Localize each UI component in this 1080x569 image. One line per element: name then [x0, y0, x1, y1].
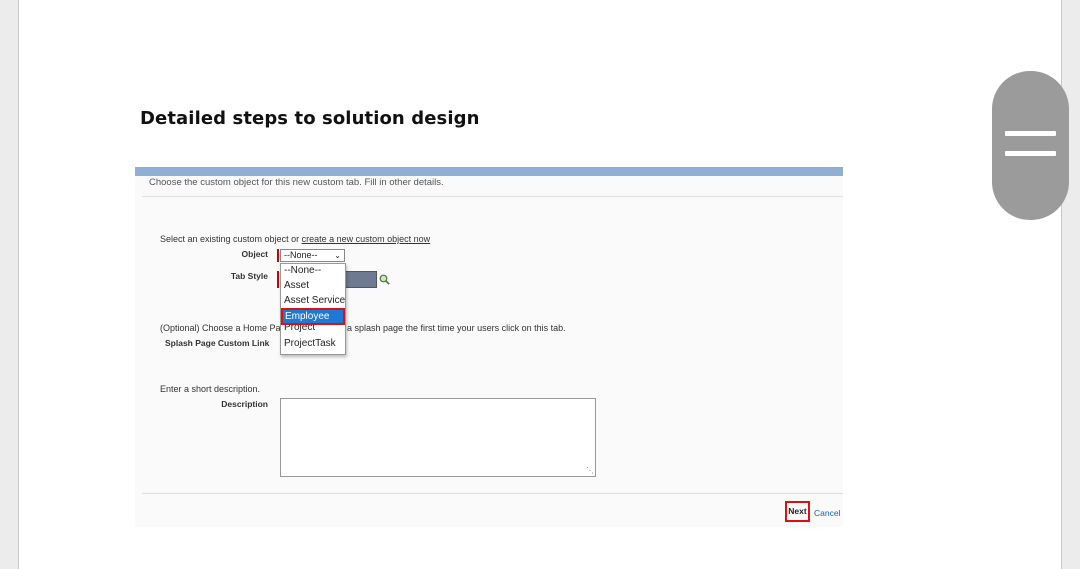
divider — [142, 196, 843, 197]
object-label: Object — [241, 249, 268, 259]
header-bar — [135, 167, 843, 176]
object-select-value: --None-- — [284, 250, 318, 260]
chevron-down-icon: ⌄ — [334, 251, 341, 260]
dropdown-option[interactable]: ProjectTask — [284, 338, 336, 349]
dropdown-option[interactable]: Asset — [284, 280, 309, 291]
dropdown-option-selected[interactable]: Employee — [281, 308, 345, 325]
lookup-icon[interactable] — [379, 274, 390, 285]
splash-link-label: Splash Page Custom Link — [165, 338, 270, 348]
scroll-handle[interactable] — [992, 71, 1069, 220]
required-marker — [277, 271, 279, 288]
divider — [142, 493, 843, 494]
tab-style-label: Tab Style — [230, 271, 268, 281]
dropdown-option[interactable]: --None-- — [284, 265, 321, 276]
section-heading: Detailed steps to solution design — [140, 108, 480, 129]
splash-suffix-text: a splash page the first time your users … — [347, 323, 566, 333]
description-prompt: Enter a short description. — [160, 384, 261, 394]
embedded-screenshot: Choose the custom object for this new cu… — [135, 167, 843, 527]
select-prefix-text: Select an existing custom object or — [160, 234, 300, 244]
object-select[interactable]: --None-- ⌄ — [280, 249, 345, 262]
required-marker — [277, 249, 279, 262]
description-textarea[interactable]: ⋱ — [280, 398, 596, 477]
tab-style-field[interactable] — [345, 271, 377, 288]
object-dropdown-list: --None-- Asset Asset Service Project Emp… — [280, 263, 346, 355]
dropdown-option[interactable]: Asset Service — [284, 295, 345, 306]
next-button[interactable]: Next — [785, 501, 810, 522]
create-object-link[interactable]: create a new custom object now — [302, 234, 431, 244]
select-object-prompt: Select an existing custom object or crea… — [160, 234, 430, 244]
cancel-link[interactable]: Cancel — [814, 508, 840, 518]
resize-grip-icon[interactable]: ⋱ — [586, 467, 594, 475]
description-label: Description — [221, 399, 268, 409]
instruction-text: Choose the custom object for this new cu… — [149, 177, 444, 188]
